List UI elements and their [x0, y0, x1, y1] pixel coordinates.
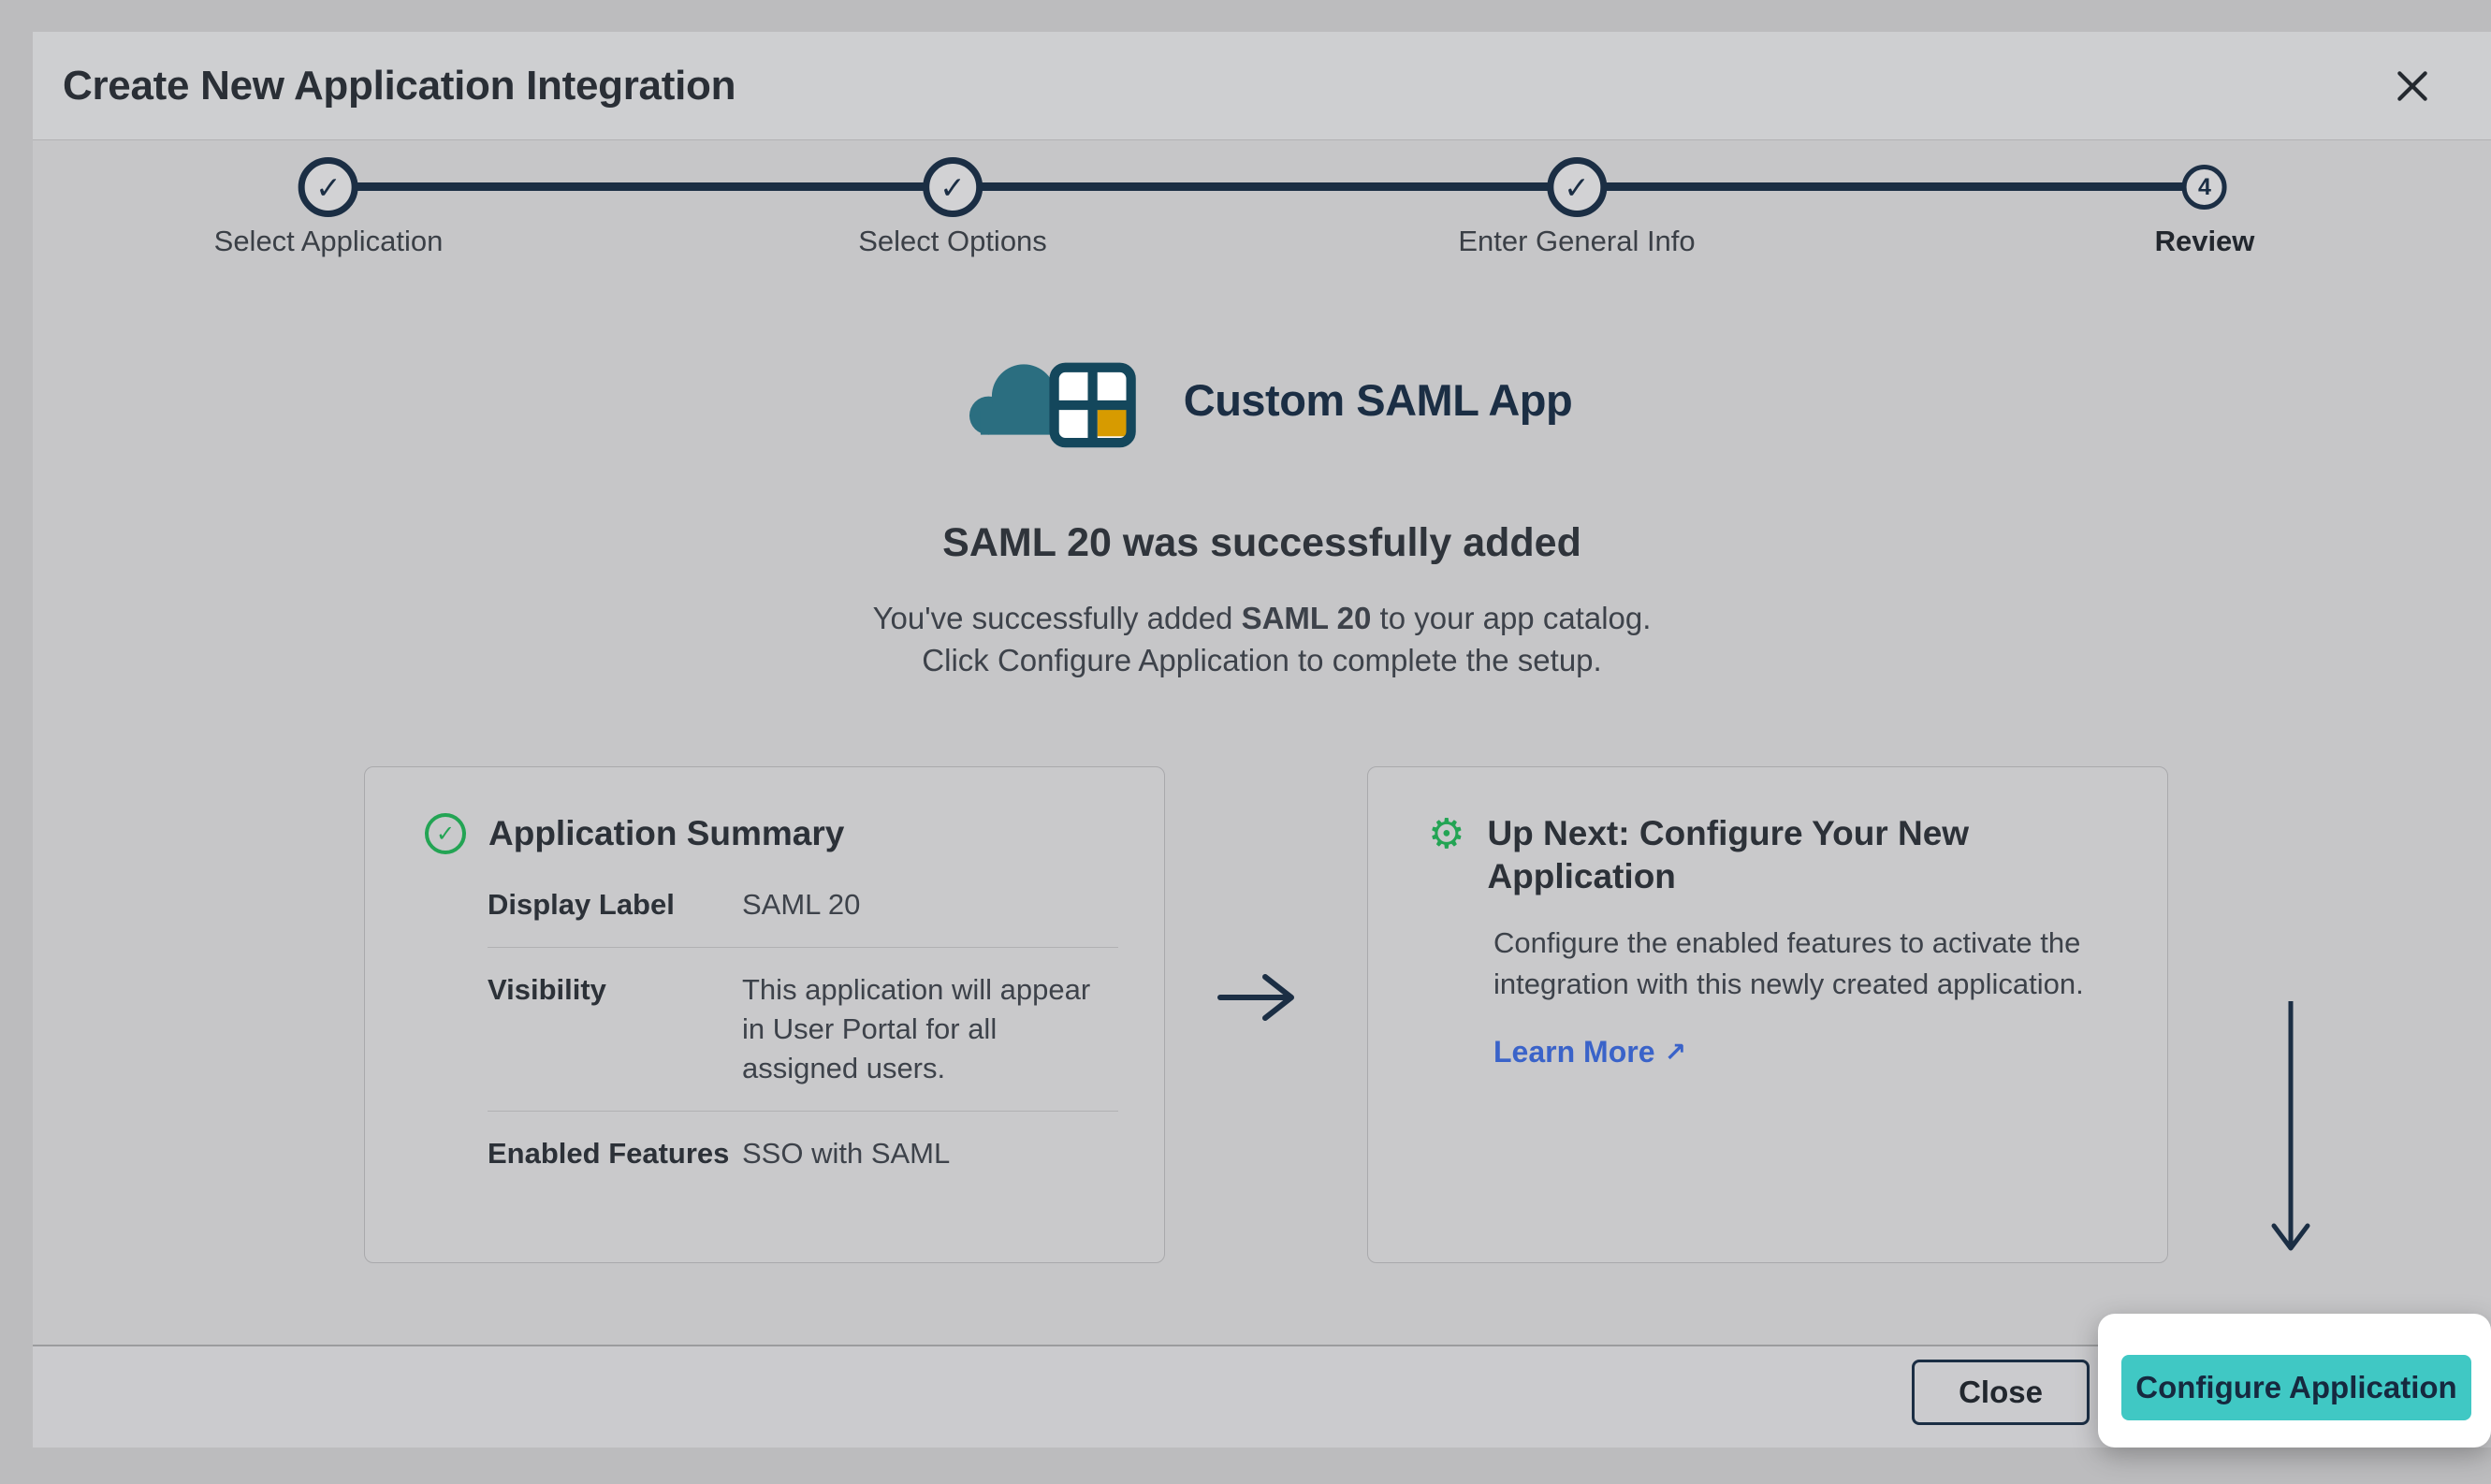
step-complete-icon: ✓ [923, 157, 983, 217]
success-subtext: You've successfully added SAML 20 to you… [33, 597, 2491, 681]
success-heading: SAML 20 was successfully added [33, 520, 2491, 566]
check-icon: ✓ [436, 822, 455, 845]
step-complete-icon: ✓ [1547, 157, 1607, 217]
subtext-prefix: You've successfully added [873, 601, 1242, 635]
summary-table: Display Label SAML 20 Visibility This ap… [488, 863, 1118, 1196]
stepper-track [328, 182, 2205, 191]
success-check-icon: ✓ [425, 813, 466, 854]
step-complete-icon: ✓ [299, 157, 358, 217]
modal-header: Create New Application Integration [33, 32, 2491, 140]
table-row: Visibility This application will appear … [488, 948, 1118, 1112]
summary-row-label: Display Label [488, 885, 742, 924]
summary-row-value: This application will appear in User Por… [742, 970, 1118, 1088]
arrow-right-icon [1213, 968, 1303, 1032]
step-select-application: ✓ Select Application [214, 157, 444, 258]
external-link-icon: ↗ [1664, 1040, 1685, 1066]
check-icon: ✓ [315, 172, 342, 203]
step-label: Select Application [214, 225, 444, 258]
up-next-card-header: ⚙ Up Next: Configure Your New Applicatio… [1428, 812, 1974, 898]
step-label: Enter General Info [1458, 225, 1695, 258]
arrow-down-icon [2263, 999, 2319, 1268]
table-row: Enabled Features SSO with SAML [488, 1112, 1118, 1196]
step-enter-general-info: ✓ Enter General Info [1458, 157, 1695, 258]
close-x-glyph [2393, 66, 2432, 106]
learn-more-label: Learn More [1493, 1035, 1654, 1069]
close-button[interactable]: Close [1912, 1360, 2090, 1425]
up-next-card-title: Up Next: Configure Your New Application [1487, 812, 1974, 898]
summary-card-header: ✓ Application Summary [425, 812, 844, 855]
subtext-line2: Click Configure Application to complete … [33, 639, 2491, 681]
summary-row-label: Visibility [488, 970, 742, 1010]
step-number: 4 [2198, 176, 2211, 199]
summary-row-label: Enabled Features [488, 1134, 742, 1173]
custom-saml-app-icon [952, 350, 1163, 449]
step-label: Review [2155, 225, 2255, 258]
up-next-card-body: Configure the enabled features to activa… [1493, 923, 2130, 1005]
up-next-card: ⚙ Up Next: Configure Your New Applicatio… [1367, 766, 2168, 1263]
summary-row-value: SAML 20 [742, 885, 1118, 924]
step-label: Select Options [858, 225, 1047, 258]
subtext-suffix: to your app catalog. [1371, 601, 1651, 635]
application-summary-card: ✓ Application Summary Display Label SAML… [364, 766, 1165, 1263]
learn-more-link[interactable]: Learn More ↗ [1493, 1035, 1686, 1069]
check-icon: ✓ [1564, 172, 1590, 203]
step-number-icon: 4 [2182, 165, 2227, 210]
spotlight-highlight: Configure Application [2098, 1314, 2491, 1448]
table-row: Display Label SAML 20 [488, 863, 1118, 948]
screen: Create New Application Integration ✓ Sel… [0, 0, 2491, 1484]
summary-card-title: Application Summary [488, 812, 844, 855]
app-logo-label: Custom SAML App [1184, 374, 1572, 426]
create-app-integration-modal: Create New Application Integration ✓ Sel… [33, 32, 2491, 1448]
step-select-options: ✓ Select Options [858, 157, 1047, 258]
configure-application-button[interactable]: Configure Application [2121, 1355, 2471, 1420]
subtext-line1: You've successfully added SAML 20 to you… [33, 597, 2491, 639]
step-circle-slot: ✓ [923, 157, 983, 217]
step-review: 4 Review [2155, 157, 2255, 258]
step-circle-slot: ✓ [299, 157, 358, 217]
close-icon[interactable] [2382, 56, 2442, 116]
step-circle-slot: 4 [2182, 157, 2227, 217]
step-circle-slot: ✓ [1547, 157, 1607, 217]
summary-row-value: SSO with SAML [742, 1134, 1118, 1173]
subtext-app-name: SAML 20 [1242, 601, 1372, 635]
check-icon: ✓ [940, 172, 966, 203]
gear-icon: ⚙ [1428, 814, 1464, 855]
app-logo: Custom SAML App [33, 350, 2491, 449]
modal-title: Create New Application Integration [63, 63, 736, 109]
